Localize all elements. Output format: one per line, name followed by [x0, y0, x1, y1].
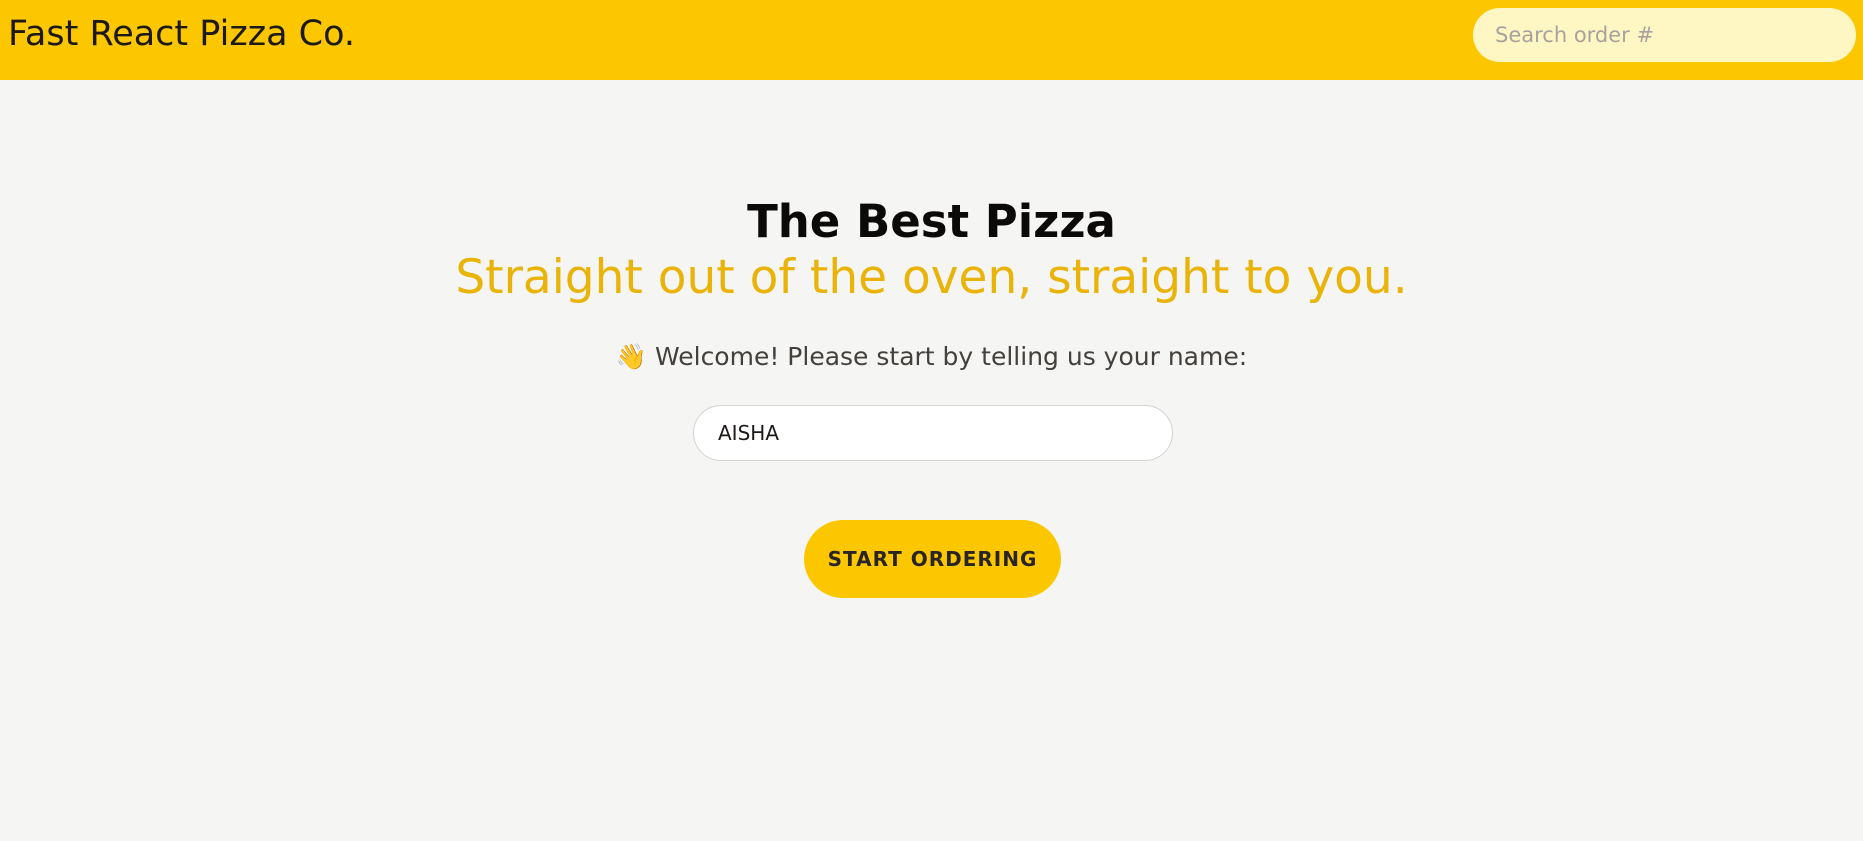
welcome-message: 👋 Welcome! Please start by telling us you… — [0, 342, 1863, 372]
waving-hand-icon: 👋 — [615, 342, 647, 371]
page-title: The Best Pizza — [747, 195, 1116, 248]
brand-link[interactable]: Fast React Pizza Co. — [8, 14, 355, 54]
search-order-input[interactable] — [1473, 8, 1856, 62]
welcome-text: Welcome! Please start by telling us your… — [654, 342, 1248, 371]
page-subtitle: Straight out of the oven, straight to yo… — [455, 250, 1408, 305]
start-ordering-button[interactable]: START ORDERING — [804, 520, 1061, 598]
name-input[interactable] — [693, 405, 1173, 461]
app-header: Fast React Pizza Co. — [0, 0, 1863, 80]
home-main: The Best Pizza Straight out of the oven,… — [0, 80, 1863, 841]
